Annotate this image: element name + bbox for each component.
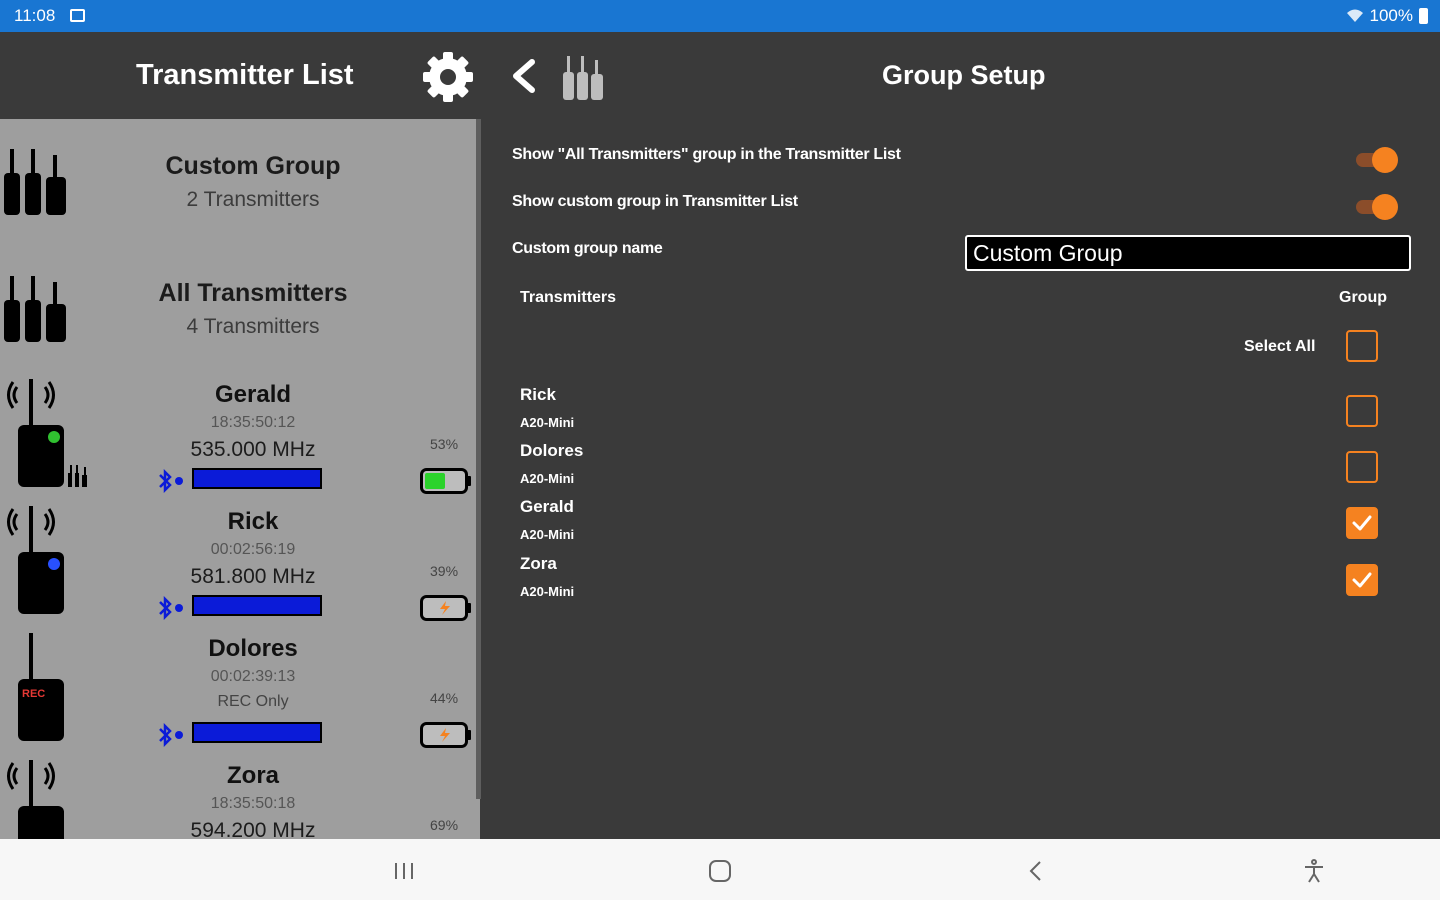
app-header: Transmitter List Group Setup [0, 32, 1440, 119]
group-column-header: Group [1339, 289, 1387, 306]
show-custom-toggle[interactable] [1354, 191, 1400, 221]
group-item-model: A20-Mini [520, 471, 575, 486]
group-item-name: Gerald [520, 497, 574, 516]
back-arrow-icon[interactable] [508, 56, 538, 96]
group-row-all[interactable]: All Transmitters 4 Transmitters [0, 246, 480, 372]
transmitter-timecode: 18:35:50:12 [210, 414, 296, 431]
transmitters-column-header: Transmitters [520, 289, 617, 306]
custom-name-label: Custom group name [512, 240, 663, 257]
select-all-label: Select All [1244, 338, 1316, 355]
transmitter-group-icon [4, 149, 66, 215]
transmitter-group-icon [4, 276, 66, 342]
group-item-checkbox-gerald[interactable] [1346, 507, 1378, 539]
checkmark-icon [1352, 572, 1372, 588]
bluetooth-icon [159, 723, 183, 747]
battery-percent: 100% [1369, 6, 1413, 25]
accessibility-icon[interactable] [1299, 857, 1329, 885]
home-icon[interactable] [705, 857, 735, 885]
transmitter-row-dolores[interactable]: REC Dolores 00:02:39:13 REC Only 44% [0, 633, 480, 762]
group-setup-panel: Show "All Transmitters" group in the Tra… [482, 119, 1440, 839]
battery-percent: 39% [430, 563, 459, 579]
transmitter-frequency: 581.800 MHz [190, 565, 316, 588]
group-row-custom[interactable]: Custom Group 2 Transmitters [0, 119, 480, 245]
gear-icon[interactable] [420, 49, 476, 105]
transmitter-frequency: 594.200 MHz [190, 819, 316, 839]
group-name: All Transmitters [158, 279, 348, 307]
transmitter-name: Rick [227, 508, 279, 535]
transmitter-icon [7, 379, 87, 487]
transmitter-icon [7, 506, 64, 614]
show-all-label: Show "All Transmitters" group in the Tra… [512, 146, 901, 163]
signal-strength-bar [192, 595, 322, 616]
show-all-toggle[interactable] [1354, 144, 1400, 174]
recorder-icon: REC [18, 633, 64, 741]
battery-percent: 44% [430, 690, 459, 706]
transmitter-group-icon [563, 56, 603, 100]
signal-strength-bar [192, 722, 322, 743]
group-setup-title: Group Setup [882, 60, 1046, 90]
status-time: 11:08 [14, 6, 56, 25]
transmitter-frequency: 535.000 MHz [190, 438, 316, 461]
battery-charging-icon [420, 722, 471, 748]
group-item-checkbox-zora[interactable] [1346, 564, 1378, 596]
transmitter-timecode: 00:02:56:19 [210, 541, 296, 558]
transmitter-list-panel: Custom Group 2 Transmitters All Transmit… [0, 119, 480, 839]
system-navigation-bar [0, 839, 1440, 900]
toggle-knob [1372, 147, 1398, 173]
rec-label: REC [22, 688, 45, 700]
nav-back-icon[interactable] [1022, 857, 1052, 885]
battery-level-icon [420, 468, 471, 494]
recent-apps-icon[interactable] [390, 857, 420, 885]
transmitter-mode: REC Only [217, 693, 289, 710]
bluetooth-icon [159, 596, 183, 620]
group-item-model: A20-Mini [520, 415, 575, 430]
list-scrollbar[interactable] [476, 119, 481, 799]
transmitter-name: Dolores [208, 635, 298, 662]
group-item-model: A20-Mini [520, 584, 575, 599]
battery-charging-icon [420, 595, 471, 621]
select-all-checkbox[interactable] [1346, 330, 1378, 362]
image-notification-icon [70, 9, 85, 22]
checkmark-icon [1352, 515, 1372, 531]
transmitter-name: Gerald [214, 381, 292, 408]
transmitter-timecode: 18:35:50:18 [210, 795, 296, 812]
status-bar: 11:08 100% [0, 0, 1440, 32]
battery-icon [1419, 8, 1428, 24]
transmitter-name: Zora [226, 762, 280, 789]
signal-strength-bar [192, 468, 322, 489]
group-count: 4 Transmitters [186, 315, 320, 338]
wifi-icon [1346, 9, 1363, 22]
group-item-name: Rick [520, 385, 556, 404]
transmitter-row-zora[interactable]: Zora 18:35:50:18 594.200 MHz 69% [0, 760, 480, 839]
bluetooth-icon [159, 469, 183, 493]
transmitter-row-rick[interactable]: Rick 00:02:56:19 581.800 MHz 39% [0, 506, 480, 635]
group-item-checkbox-dolores[interactable] [1346, 451, 1378, 483]
group-item-checkbox-rick[interactable] [1346, 395, 1378, 427]
battery-percent: 69% [430, 817, 459, 833]
battery-percent: 53% [430, 436, 459, 452]
group-item-name: Zora [520, 554, 557, 573]
group-item-name: Dolores [520, 441, 584, 460]
toggle-knob [1372, 194, 1398, 220]
custom-group-name-input[interactable] [965, 235, 1411, 271]
group-count: 2 Transmitters [186, 188, 320, 211]
transmitter-row-gerald[interactable]: Gerald 18:35:50:12 535.000 MHz 53% [0, 379, 480, 508]
transmitter-list-title: Transmitter List [136, 59, 354, 91]
group-item-model: A20-Mini [520, 527, 575, 542]
transmitter-timecode: 00:02:39:13 [210, 668, 296, 685]
transmitter-icon [7, 760, 64, 839]
group-name: Custom Group [165, 152, 341, 180]
show-custom-label: Show custom group in Transmitter List [512, 193, 798, 210]
